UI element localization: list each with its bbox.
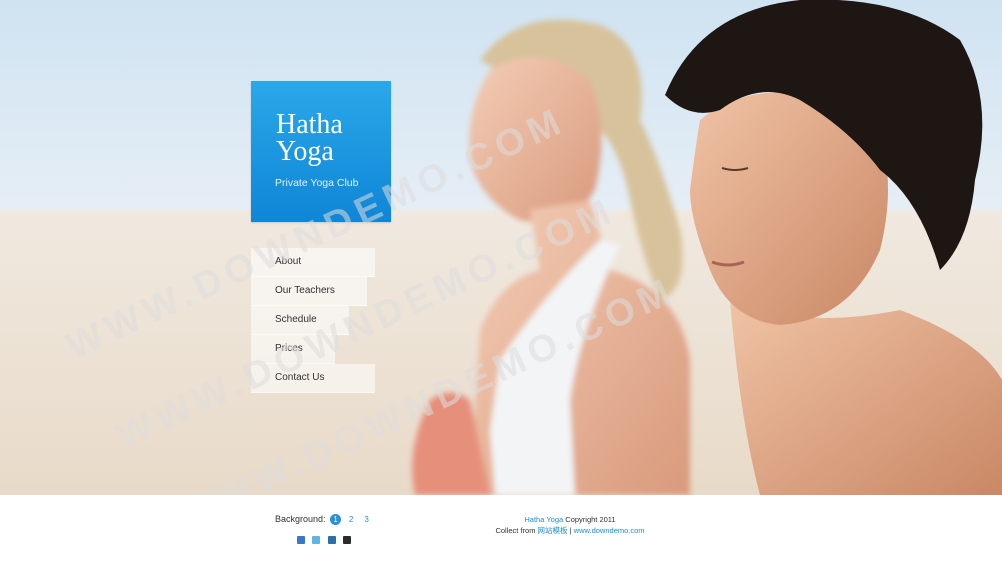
nav-item-schedule[interactable]: Schedule <box>251 306 349 335</box>
social-icons <box>297 531 354 549</box>
logo-subtitle: Private Yoga Club <box>275 177 359 189</box>
footer: Background: 1 2 3 Hatha Yoga Copyright 2… <box>0 495 1002 564</box>
man-figure <box>665 0 1002 495</box>
hero-background-photo <box>0 0 1002 495</box>
background-option-2[interactable]: 2 <box>346 514 357 525</box>
background-option-1[interactable]: 1 <box>330 514 342 525</box>
background-switcher: Background: 1 2 3 <box>275 514 372 525</box>
main-navigation: About Our Teachers Schedule Prices Conta… <box>251 248 391 393</box>
facebook-icon[interactable] <box>297 536 305 544</box>
nav-item-contact-us[interactable]: Contact Us <box>251 364 375 393</box>
delicious-icon[interactable] <box>343 536 352 544</box>
woman-figure <box>412 19 690 495</box>
twitter-icon[interactable] <box>312 536 321 544</box>
background-option-3[interactable]: 3 <box>361 514 372 525</box>
logo-title: Hatha Yoga <box>276 109 386 167</box>
collect-link-downdemo[interactable]: www.downdemo.com <box>574 526 645 535</box>
nav-item-prices[interactable]: Prices <box>251 335 335 364</box>
copyright-brand-link[interactable]: Hatha Yoga <box>524 515 563 524</box>
copyright: Hatha Yoga Copyright 2011 Collect from 网… <box>470 514 670 536</box>
background-label: Background: <box>275 514 326 524</box>
copyright-text: Copyright 2011 <box>563 515 616 524</box>
logo-title-line2: Yoga <box>276 136 334 167</box>
nav-item-about[interactable]: About <box>251 248 375 277</box>
site-logo[interactable]: Hatha Yoga Private Yoga Club <box>251 81 391 222</box>
meditating-people-illustration <box>412 0 1002 495</box>
collect-prefix: Collect from <box>495 526 538 535</box>
nav-item-our-teachers[interactable]: Our Teachers <box>251 277 367 306</box>
linkedin-icon[interactable] <box>327 536 336 544</box>
collect-link-templates[interactable]: 网站模板 <box>538 526 568 535</box>
logo-title-line1: Hatha <box>276 109 343 140</box>
